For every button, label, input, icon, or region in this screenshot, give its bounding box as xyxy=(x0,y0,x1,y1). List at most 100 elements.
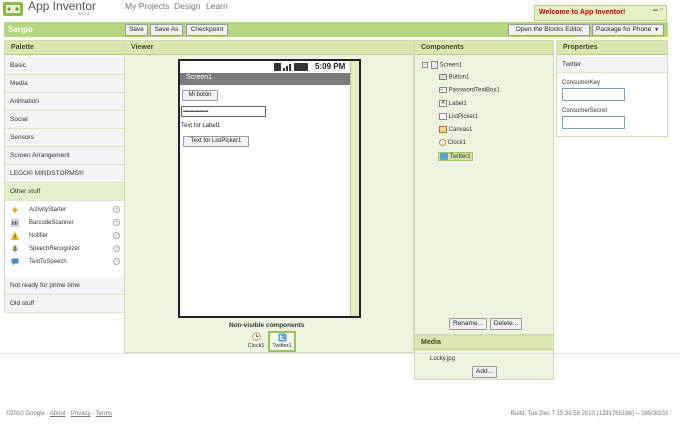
palette-item-label: Notifier xyxy=(29,233,49,239)
consumer-secret-input[interactable] xyxy=(562,116,625,129)
help-icon[interactable]: ? xyxy=(113,232,120,239)
chevron-down-icon: ▼ xyxy=(654,27,660,33)
tree-item-label: PasswordTextBox1 xyxy=(448,87,500,94)
palette-item-label: ActivityStarter xyxy=(29,207,67,213)
save-as-button[interactable]: Save As xyxy=(150,24,183,36)
welcome-text: Welcome to App Inventor! xyxy=(539,9,626,16)
tree-item-label: Label1 xyxy=(448,101,467,108)
help-icon[interactable]: ? xyxy=(113,258,120,265)
nonvisible-twitter1[interactable]: Twitter1 xyxy=(268,331,296,352)
tree-item-canvas1[interactable]: Canvas1 xyxy=(439,126,472,133)
palette-category-sensors[interactable]: Sensors xyxy=(5,129,124,147)
app-inventor-logo xyxy=(3,2,23,16)
welcome-window-controls[interactable]: ▬ □ xyxy=(653,7,663,13)
components-panel: Components − Screen1 Button1 ** Password… xyxy=(414,40,554,335)
palette-category-other-stuff[interactable]: Other stuff xyxy=(5,183,124,201)
status-icons xyxy=(274,63,308,71)
phone-status-bar: 5:09 PM xyxy=(180,61,350,73)
components-header: Components xyxy=(415,41,553,55)
media-file-item[interactable]: Lucky.jpg xyxy=(430,356,455,362)
minimize-icon[interactable]: ▬ xyxy=(653,7,658,13)
property-label-consumerkey: ConsumerKey xyxy=(562,80,601,86)
terms-link[interactable]: Terms xyxy=(96,411,112,417)
tree-item-button1[interactable]: Button1 xyxy=(439,74,469,81)
palette-header: Palette xyxy=(5,41,124,55)
warning-icon xyxy=(11,232,19,240)
nonvisible-clock1[interactable]: Clock1 xyxy=(245,332,267,352)
copyright-text: ©2010 Google - xyxy=(6,411,49,417)
tree-item-label: ListPicker1 xyxy=(448,114,479,121)
tree-item-label: Canvas1 xyxy=(448,127,473,134)
nav-my-projects[interactable]: My Projects xyxy=(125,1,169,11)
tree-item-label: Twitter1 xyxy=(449,154,471,161)
palette-panel: Palette Basic Media Animation Social Sen… xyxy=(4,40,125,313)
phone-clock: 5:09 PM xyxy=(315,62,346,71)
tree-item-twitter1[interactable]: Twitter1 xyxy=(438,152,473,162)
palette-category-not-ready[interactable]: Not ready for prime time xyxy=(5,277,124,295)
package-label: Package for Phone xyxy=(596,26,652,33)
open-blocks-editor-button[interactable]: Open the Blocks Editor xyxy=(508,24,590,36)
palette-item-texttospeech[interactable]: TextToSpeech ? xyxy=(9,257,121,270)
nonvisible-clock1-label: Clock1 xyxy=(247,343,265,349)
media-header: Media xyxy=(415,336,553,350)
palette-item-speechrecognizer[interactable]: SpeechRecognizer ? xyxy=(9,244,121,257)
tree-item-listpicker1[interactable]: ListPicker1 xyxy=(439,113,478,120)
twitter-icon xyxy=(278,333,286,342)
viewer-header: Viewer xyxy=(125,41,413,55)
tree-item-label: Clock1 xyxy=(447,140,467,147)
privacy-link[interactable]: Privacy xyxy=(71,411,91,417)
palette-item-label: BarcodeScanner xyxy=(29,220,74,226)
help-icon[interactable]: ? xyxy=(113,245,120,252)
speech-bubble-icon xyxy=(11,258,19,266)
delete-button[interactable]: Delete... xyxy=(490,318,522,330)
palette-item-barcodescanner[interactable]: BarcodeScanner ? xyxy=(9,218,121,231)
preview-label1: Text for Label1 xyxy=(181,123,221,129)
help-icon[interactable]: ? xyxy=(113,206,120,213)
palette-category-lego[interactable]: LEGO® MINDSTORMS® xyxy=(5,165,124,183)
palette-category-animation[interactable]: Animation xyxy=(5,93,124,111)
consumer-key-input[interactable] xyxy=(562,88,625,101)
tree-item-screen1[interactable]: Screen1 xyxy=(431,61,462,69)
tree-item-label: Button1 xyxy=(448,74,470,81)
rename-button[interactable]: Rename... xyxy=(449,318,487,330)
tree-item-clock1[interactable]: Clock1 xyxy=(439,139,466,146)
palette-category-basic[interactable]: Basic xyxy=(5,57,124,75)
screen-title-bar: Screen1 xyxy=(180,73,350,85)
nav-learn[interactable]: Learn xyxy=(206,1,228,11)
preview-button1[interactable]: Mi botón xyxy=(182,90,218,101)
twitter-icon xyxy=(440,153,448,160)
clock-icon xyxy=(251,332,261,341)
password-icon: ** xyxy=(439,87,447,93)
clock-icon xyxy=(439,139,446,146)
palette-category-old-stuff[interactable]: Old stuff xyxy=(5,295,124,313)
nonvisible-components-title: Non-visible components xyxy=(229,322,305,329)
properties-component-name: Twitter xyxy=(557,57,667,73)
nav-design[interactable]: Design xyxy=(174,1,200,11)
palette-category-screen-arrangement[interactable]: Screen Arrangement xyxy=(5,147,124,165)
beta-tag: BETA xyxy=(78,11,91,16)
project-name: Sergio xyxy=(8,25,33,34)
barcode-icon xyxy=(11,219,19,227)
tree-item-label1[interactable]: A Label1 xyxy=(439,100,467,107)
close-icon[interactable]: □ xyxy=(660,7,663,13)
palette-category-media[interactable]: Media xyxy=(5,75,124,93)
help-icon[interactable]: ? xyxy=(113,219,120,226)
about-link[interactable]: About xyxy=(50,411,66,417)
package-for-phone-dropdown[interactable]: Package for Phone ▼ xyxy=(592,24,664,36)
preview-password-textbox[interactable]: •••••••••••••••••••• xyxy=(181,106,266,117)
phone-scrollbar[interactable] xyxy=(350,61,359,316)
properties-panel: Properties Twitter ConsumerKey ConsumerS… xyxy=(556,40,668,137)
save-button[interactable]: Save xyxy=(125,24,148,36)
add-media-button[interactable]: Add... xyxy=(472,366,497,378)
tree-item-label: Screen1 xyxy=(439,62,463,69)
footer-divider xyxy=(0,353,680,354)
checkpoint-button[interactable]: Checkpoint xyxy=(186,24,228,36)
preview-listpicker1[interactable]: Text for ListPicker1 xyxy=(183,136,249,147)
nonvisible-twitter1-label: Twitter1 xyxy=(272,343,292,349)
collapse-toggle-icon[interactable]: − xyxy=(422,62,428,68)
palette-category-social[interactable]: Social xyxy=(5,111,124,129)
tree-item-passwordtextbox1[interactable]: ** PasswordTextBox1 xyxy=(439,87,500,94)
palette-item-activitystarter[interactable]: ActivityStarter ? xyxy=(9,205,121,218)
palette-item-notifier[interactable]: Notifier ? xyxy=(9,231,121,244)
property-label-consumersecret: ConsumerSecret xyxy=(562,108,608,114)
